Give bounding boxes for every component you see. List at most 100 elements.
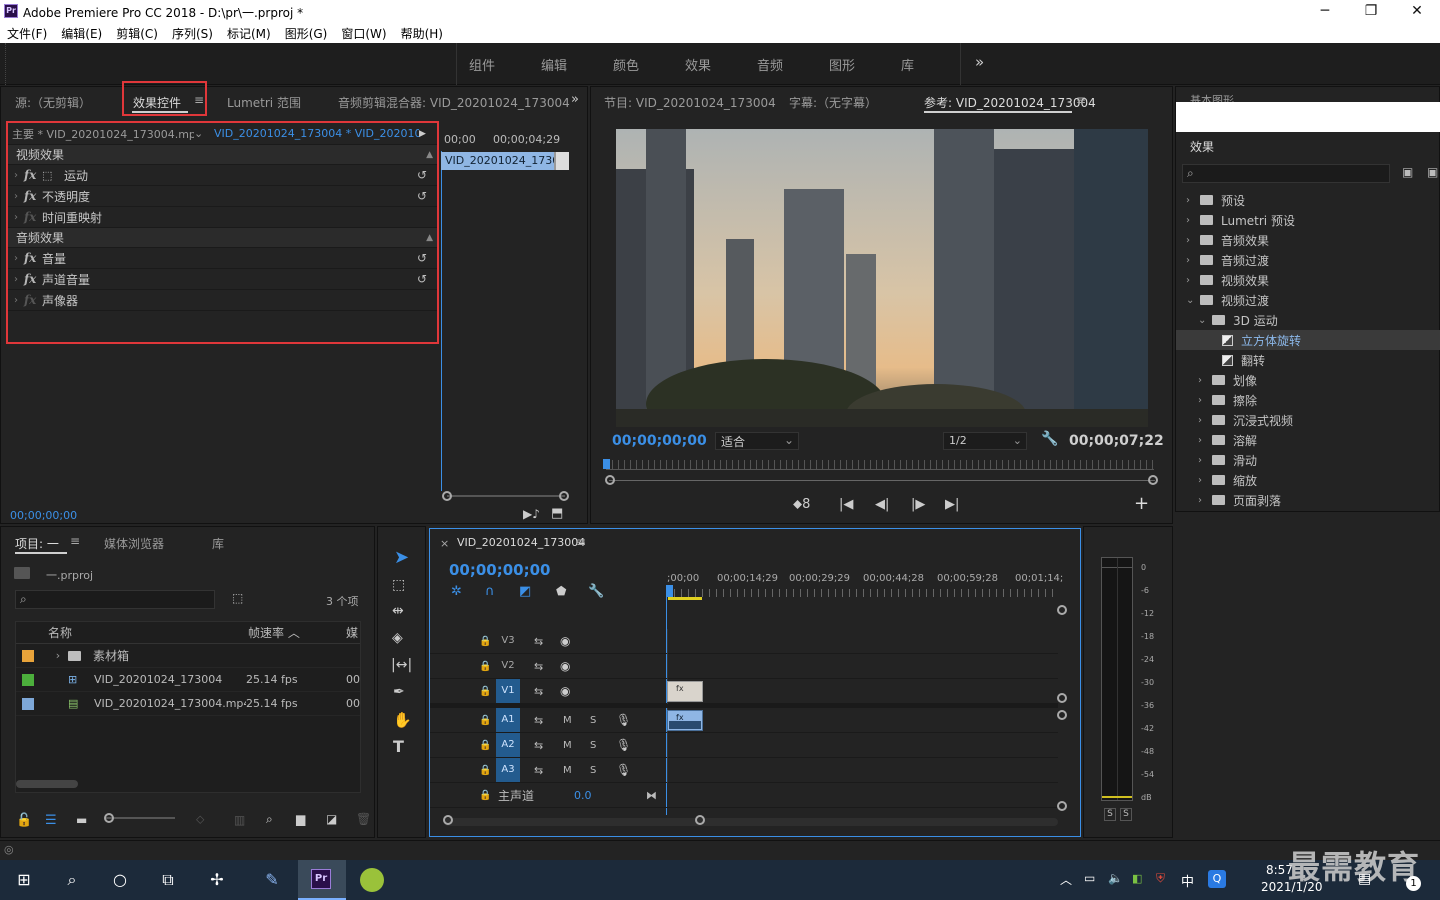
column-name[interactable]: 名称 bbox=[16, 624, 248, 641]
sync-lock-icon[interactable]: ⇆ bbox=[534, 635, 543, 648]
program-timecode[interactable]: 00;00;00;00 bbox=[612, 433, 707, 449]
track-target-button[interactable]: V3 bbox=[496, 629, 520, 653]
program-ruler[interactable] bbox=[606, 460, 1154, 470]
label-color-swatch[interactable] bbox=[22, 697, 34, 710]
pen-tool-icon[interactable]: ✒ bbox=[393, 684, 405, 700]
effects-tree-item[interactable]: › 缩放 bbox=[1176, 470, 1440, 490]
step-forward-icon[interactable]: |▶ bbox=[911, 497, 925, 512]
add-button[interactable]: + bbox=[1134, 493, 1149, 514]
effects-tree-item[interactable]: ⌄ 3D 运动 bbox=[1176, 310, 1440, 330]
pinwheel-app-icon[interactable]: ✢ bbox=[205, 868, 229, 892]
menu-help[interactable]: 帮助(H) bbox=[394, 23, 450, 42]
premiere-taskbar-button[interactable]: Pr bbox=[298, 860, 346, 900]
network-icon[interactable]: ▭ bbox=[1084, 871, 1095, 885]
menu-file[interactable]: 文件(F) bbox=[0, 23, 54, 42]
timeline-timecode[interactable]: 00;00;00;00 bbox=[449, 561, 551, 579]
effects-tree-item[interactable]: › 视频效果 bbox=[1176, 270, 1440, 290]
vertical-scroll-handle[interactable] bbox=[1057, 605, 1067, 615]
volume-icon[interactable]: 🔈 bbox=[1108, 871, 1123, 885]
workspace-editing[interactable]: 编辑 bbox=[541, 55, 567, 74]
timeline-track[interactable]: 🔒 A1 ⇆ M S 🎙 bbox=[430, 708, 1058, 733]
lock-icon[interactable]: 🔒 bbox=[479, 765, 491, 776]
sync-lock-icon[interactable]: ⇆ bbox=[534, 714, 543, 727]
chevron-right-icon[interactable]: › bbox=[1186, 235, 1200, 246]
solo-right-button[interactable]: S bbox=[1120, 808, 1132, 821]
sync-lock-icon[interactable]: ⇆ bbox=[534, 685, 543, 698]
lock-icon[interactable]: 🔒 bbox=[479, 715, 491, 726]
ec-playhead[interactable] bbox=[441, 151, 442, 491]
razor-tool-icon[interactable]: ◈ bbox=[392, 630, 403, 646]
timeline-playhead-handle[interactable] bbox=[666, 585, 673, 597]
mute-button[interactable]: M bbox=[563, 765, 572, 776]
panel-menu-icon[interactable]: ≡ bbox=[576, 535, 586, 549]
effects-tree-item[interactable]: › Lumetri 预设 bbox=[1176, 210, 1440, 230]
horizontal-scrollbar[interactable] bbox=[16, 780, 78, 788]
go-to-out-icon[interactable]: ▶| bbox=[945, 497, 959, 512]
eye-icon[interactable]: ◉ bbox=[560, 634, 570, 648]
step-back-icon[interactable]: ◀| bbox=[875, 497, 889, 512]
label-color-swatch[interactable] bbox=[22, 673, 34, 686]
tab-project[interactable]: 项目: 一 bbox=[15, 535, 59, 552]
trash-icon[interactable]: 🗑 bbox=[356, 812, 371, 826]
chevron-right-icon[interactable]: › bbox=[1186, 215, 1200, 226]
tab-lumetri-scopes[interactable]: Lumetri 范围 bbox=[227, 94, 301, 111]
effects-tree-item[interactable]: › 沉浸式视频 bbox=[1176, 410, 1440, 430]
effect-row-opacity[interactable]: › fx 不透明度 ↺ bbox=[8, 186, 437, 207]
tab-media-browser[interactable]: 媒体浏览器 bbox=[104, 535, 164, 552]
add-marker-icon[interactable]: ⬟ bbox=[556, 584, 566, 598]
chevron-right-icon[interactable]: › bbox=[8, 191, 24, 202]
mute-button[interactable]: M bbox=[563, 740, 572, 751]
workspace-assembly[interactable]: 组件 bbox=[469, 55, 495, 74]
chevron-right-icon[interactable]: › bbox=[8, 274, 24, 285]
cortana-icon[interactable]: ○ bbox=[108, 868, 132, 892]
work-area-bar[interactable] bbox=[668, 597, 702, 600]
effects-search-input[interactable]: ⌕ bbox=[1182, 164, 1390, 183]
sort-icon[interactable]: ⬦ bbox=[196, 812, 204, 827]
scroll-handle[interactable] bbox=[605, 475, 615, 485]
timeline-track[interactable]: 🔒 V2 ⇆ ◉ bbox=[430, 654, 1058, 679]
transform-icon[interactable]: ⬚ bbox=[42, 169, 64, 182]
effects-tree-item[interactable]: › 溶解 bbox=[1176, 430, 1440, 450]
menu-edit[interactable]: 编辑(E) bbox=[54, 23, 109, 42]
chevron-right-icon[interactable]: › bbox=[1186, 195, 1200, 206]
ec-scrollbar[interactable] bbox=[447, 495, 565, 497]
chevron-down-icon[interactable]: ⌄ bbox=[194, 127, 214, 140]
reset-icon[interactable]: ↺ bbox=[417, 189, 437, 203]
ec-timecode[interactable]: 00;00;00;00 bbox=[10, 509, 77, 522]
timeline-track[interactable]: 🔒 A3 ⇆ M S 🎙 bbox=[430, 758, 1058, 783]
nest-icon[interactable]: ✲ bbox=[451, 584, 462, 599]
effect-row-volume[interactable]: › fx 音量 ↺ bbox=[8, 248, 437, 269]
chevron-right-icon[interactable]: › bbox=[8, 212, 24, 223]
lock-icon[interactable]: 🔒 bbox=[479, 740, 491, 751]
mute-button[interactable]: M bbox=[563, 715, 572, 726]
effect-row-time-remap[interactable]: › fx 时间重映射 bbox=[8, 207, 437, 228]
effects-tree-item[interactable]: › 擦除 bbox=[1176, 390, 1440, 410]
tab-audio-clip-mixer[interactable]: 音频剪辑混合器: VID_20201024_173004 bbox=[338, 94, 570, 111]
find-icon[interactable]: ⌕ bbox=[266, 812, 273, 827]
qq-icon[interactable]: Q bbox=[1208, 870, 1226, 888]
tab-sequence[interactable]: VID_20201024_173004 bbox=[457, 536, 585, 549]
tab-reference[interactable]: 参考: VID_20201024_173004 bbox=[924, 94, 1096, 111]
fx-icon[interactable]: fx bbox=[24, 189, 42, 203]
audio-clip[interactable]: fx bbox=[667, 710, 703, 731]
tab-libraries[interactable]: 库 bbox=[212, 535, 224, 552]
tab-captions[interactable]: 字幕:（无字幕） bbox=[789, 94, 877, 111]
reset-icon[interactable]: ↺ bbox=[417, 251, 437, 265]
vertical-scroll-handle[interactable] bbox=[1057, 710, 1067, 720]
solo-button[interactable]: S bbox=[590, 765, 596, 776]
project-item-row[interactable]: › 素材箱 bbox=[16, 644, 360, 668]
show-hidden-icons-chevron-icon[interactable]: ︿ bbox=[1060, 871, 1072, 888]
lock-icon[interactable]: 🔒 bbox=[479, 790, 491, 801]
new-bin-icon[interactable]: ▆ bbox=[296, 812, 305, 826]
timeline-ruler[interactable]: ;00;00 00;00;14;29 00;00;29;29 00;00;44;… bbox=[667, 573, 1063, 599]
panel-menu-icon[interactable]: ≡ bbox=[70, 534, 80, 548]
project-item-row[interactable]: ▤ VID_20201024_173004.mp4 25.14 fps 00 bbox=[16, 692, 360, 716]
new-item-icon[interactable]: ◪ bbox=[326, 812, 337, 826]
project-search-input[interactable]: ⌕ bbox=[15, 590, 215, 609]
workspace-effects[interactable]: 效果 bbox=[685, 55, 711, 74]
effects-tree-item[interactable]: › 预设 bbox=[1176, 190, 1440, 210]
timeline-track[interactable]: 🔒 V1 ⇆ ◉ bbox=[430, 679, 1058, 704]
add-marker-icon[interactable]: ⬥8 bbox=[793, 497, 810, 512]
search-icon[interactable]: ⌕ bbox=[60, 868, 84, 892]
workspace-more-button[interactable]: » bbox=[975, 53, 984, 71]
